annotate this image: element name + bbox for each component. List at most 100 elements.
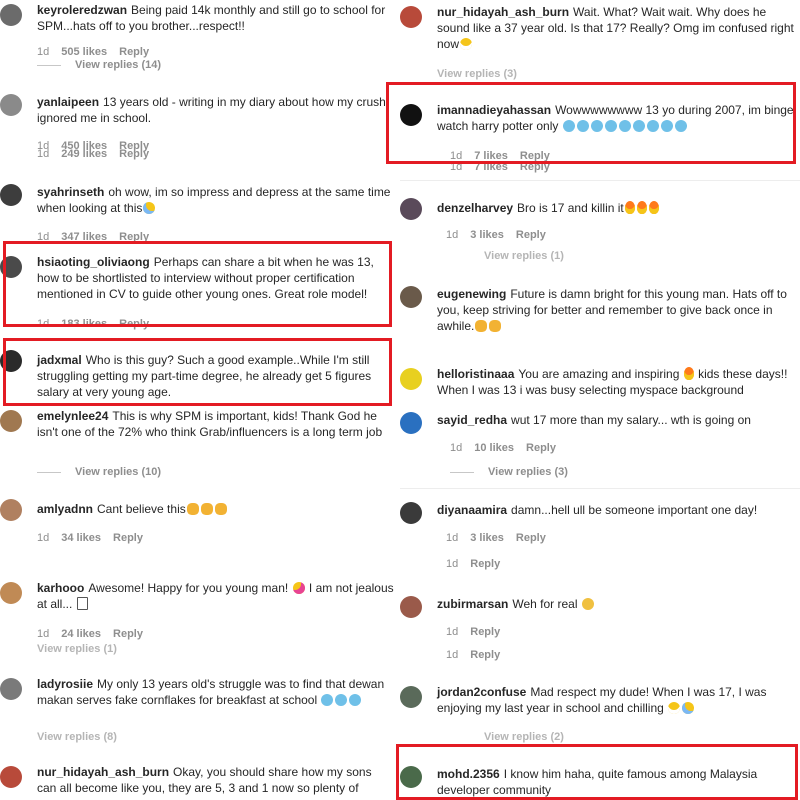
- likes-count[interactable]: 3 likes: [470, 229, 504, 241]
- avatar[interactable]: [400, 368, 422, 390]
- reply-button[interactable]: Reply: [516, 229, 546, 241]
- comment-time: 1d: [37, 628, 50, 640]
- avatar[interactable]: [400, 412, 422, 434]
- grin-emoji-icon: [668, 702, 681, 714]
- comment-username[interactable]: jordan2confuse: [437, 685, 526, 699]
- comment-username[interactable]: karhooo: [37, 581, 84, 595]
- avatar[interactable]: [0, 94, 22, 116]
- comment-body: amlyadnn Cant believe this: [37, 501, 394, 517]
- comment-username[interactable]: diyanaamira: [437, 503, 507, 517]
- emoji-group: [474, 319, 502, 333]
- reply-button[interactable]: Reply: [516, 532, 546, 544]
- comment-username[interactable]: eugenewing: [437, 287, 506, 301]
- comment-username[interactable]: sayid_redha: [437, 413, 507, 427]
- comment-time: 1d: [446, 626, 459, 638]
- emoji-group: [459, 37, 473, 51]
- comment-body: nur_hidayah_ash_burn Okay, you should sha…: [37, 764, 394, 796]
- party-emoji-icon: [292, 582, 305, 594]
- view-replies-button[interactable]: View replies (3): [450, 466, 568, 478]
- reply-button[interactable]: Reply: [470, 649, 500, 661]
- comment-time: 1d: [37, 148, 50, 160]
- view-replies-button[interactable]: View replies (2): [484, 731, 564, 743]
- likes-count[interactable]: 505 likes: [61, 46, 107, 58]
- reply-button[interactable]: Reply: [113, 628, 143, 640]
- view-replies-button[interactable]: View replies (1): [37, 643, 117, 655]
- avatar[interactable]: [400, 596, 422, 618]
- sweat-emoji-icon: [682, 702, 695, 714]
- emoji-group: [292, 581, 306, 595]
- emoji-group: [142, 201, 156, 215]
- comment-username[interactable]: nur_hidayah_ash_burn: [37, 765, 169, 779]
- reply-button[interactable]: Reply: [119, 46, 149, 58]
- likes-count[interactable]: 3 likes: [470, 532, 504, 544]
- divider: [400, 180, 800, 181]
- avatar[interactable]: [400, 286, 422, 308]
- comment-text: Weh for real: [512, 597, 578, 611]
- avatar[interactable]: [400, 502, 422, 524]
- right-comment-column: nur_hidayah_ash_burn Wait. What? Wait wai…: [386, 0, 800, 800]
- view-replies-button[interactable]: View replies (8): [37, 731, 117, 743]
- comment-meta-secondary: 1d Reply: [446, 558, 512, 570]
- avatar[interactable]: [0, 410, 22, 432]
- avatar[interactable]: [400, 6, 422, 28]
- emoji-group: [667, 701, 695, 715]
- comment-body: diyanaamira damn...hell ull be someone im…: [437, 502, 794, 518]
- view-replies-button[interactable]: View replies (1): [484, 250, 564, 262]
- comment-meta: 1d 34 likes Reply: [37, 532, 155, 544]
- avatar[interactable]: [0, 4, 22, 26]
- comment-username[interactable]: helloristinaaa: [437, 367, 514, 381]
- comment-time: 1d: [446, 532, 459, 544]
- comment-meta-duplicate: 1d 249 likes Reply: [37, 148, 161, 160]
- fire-emoji-icon: [636, 201, 647, 214]
- avatar[interactable]: [400, 198, 422, 220]
- comment-meta: 1d 10 likes Reply: [450, 442, 568, 454]
- comment-username[interactable]: keyroleredzwan: [37, 3, 127, 17]
- likes-count[interactable]: 10 likes: [474, 442, 514, 454]
- emoji-group: [76, 597, 89, 611]
- avatar[interactable]: [0, 766, 22, 788]
- reply-button[interactable]: Reply: [470, 558, 500, 570]
- comment-username[interactable]: denzelharvey: [437, 201, 513, 215]
- sad-emoji-icon: [581, 598, 594, 610]
- highlight-box: [386, 82, 796, 164]
- clap-emoji-icon: [186, 503, 199, 515]
- view-replies-button[interactable]: View replies (14): [37, 59, 161, 71]
- emoji-group: [320, 693, 362, 707]
- avatar[interactable]: [400, 686, 422, 708]
- left-comment-column: keyroleredzwan Being paid 14k monthly and…: [0, 0, 400, 800]
- emoji-group: [683, 367, 695, 381]
- comment-time: 1d: [37, 46, 50, 58]
- comment-body: yanlaipeen 13 years old - writing in my d…: [37, 94, 394, 126]
- likes-count[interactable]: 249 likes: [61, 148, 107, 160]
- reply-button[interactable]: Reply: [113, 532, 143, 544]
- comment-username[interactable]: syahrinseth: [37, 185, 104, 199]
- comment-body: zubirmarsan Weh for real: [437, 596, 794, 612]
- view-replies-button[interactable]: View replies (10): [37, 466, 161, 478]
- view-replies-button[interactable]: View replies (3): [437, 68, 517, 80]
- comment-username[interactable]: nur_hidayah_ash_burn: [437, 5, 569, 19]
- comment-body: nur_hidayah_ash_burn Wait. What? Wait wai…: [437, 4, 794, 52]
- comment-username[interactable]: yanlaipeen: [37, 95, 99, 109]
- avatar[interactable]: [0, 582, 22, 604]
- likes-count[interactable]: 34 likes: [61, 532, 101, 544]
- divider: [400, 488, 800, 489]
- comment-username[interactable]: emelynlee24: [37, 409, 108, 423]
- reply-button[interactable]: Reply: [526, 442, 556, 454]
- fire-emoji-icon: [648, 201, 659, 214]
- avatar[interactable]: [0, 184, 22, 206]
- comment-meta: 1d 3 likes Reply: [446, 532, 558, 544]
- reply-button[interactable]: Reply: [119, 148, 149, 160]
- clap-emoji-icon: [475, 320, 488, 332]
- comment-username[interactable]: zubirmarsan: [437, 597, 508, 611]
- comment-username[interactable]: ladyrosiie: [37, 677, 93, 691]
- comment-username[interactable]: amlyadnn: [37, 502, 93, 516]
- avatar[interactable]: [0, 678, 22, 700]
- comment-time: 1d: [446, 558, 459, 570]
- reply-button[interactable]: Reply: [470, 626, 500, 638]
- likes-count[interactable]: 24 likes: [61, 628, 101, 640]
- comment-body: jordan2confuse Mad respect my dude! When …: [437, 684, 794, 716]
- emoji-group: [581, 597, 595, 611]
- comment-text: damn...hell ull be someone important one…: [511, 503, 758, 517]
- comment-body: karhooo Awesome! Happy for you young man!…: [37, 580, 394, 612]
- avatar[interactable]: [0, 499, 22, 521]
